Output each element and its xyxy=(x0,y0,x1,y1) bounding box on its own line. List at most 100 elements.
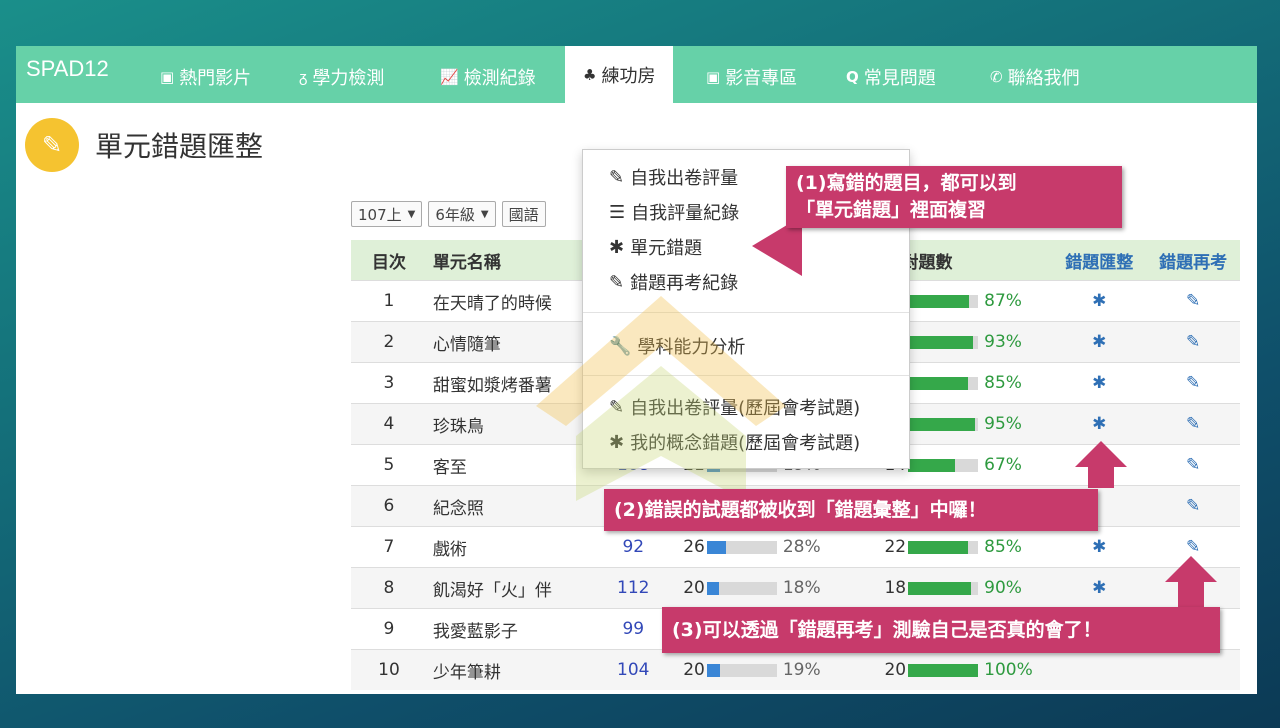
menu-label: 自我出卷評量 xyxy=(630,168,739,189)
correct-rate-fill xyxy=(908,540,968,554)
correct-count: 20 xyxy=(884,660,907,680)
question-count[interactable]: 112 xyxy=(589,567,678,609)
callout-arrow-2-stem xyxy=(1088,466,1114,488)
col-retest: 錯題再考 xyxy=(1146,240,1240,281)
wrong-rate-fill xyxy=(706,581,720,595)
review-cell xyxy=(1052,649,1147,690)
grade-value: 6年級 xyxy=(435,205,475,224)
bug-icon[interactable]: ✱ xyxy=(1092,537,1106,557)
nav-label: 影音專區 xyxy=(725,68,798,89)
row-no: 8 xyxy=(351,567,427,609)
question-count[interactable]: 92 xyxy=(589,526,678,568)
bug-icon[interactable]: ✱ xyxy=(1092,414,1106,434)
correct-rate-text: 85% xyxy=(984,373,1022,393)
edit-icon[interactable]: ✎ xyxy=(1186,332,1200,352)
menu-item-self-test[interactable]: ✎ 自我出卷評量 xyxy=(609,164,738,190)
grade-select[interactable]: 6年級 ▼ xyxy=(428,201,496,227)
callout-1: (1)寫錯的題目，都可以到 「單元錯題」裡面複習 xyxy=(786,166,1122,228)
question-count[interactable]: 104 xyxy=(589,649,678,690)
menu-item-self-test-records[interactable]: ☰ 自我評量紀錄 xyxy=(609,199,739,225)
wrong-rate-cell: 26 28% xyxy=(677,526,879,568)
review-cell: ✱ xyxy=(1052,321,1147,363)
table-row: 8 飢渴好「火」伴 112 20 18% 18 90% ✱ xyxy=(351,567,1240,609)
correct-cell: 20 100% xyxy=(878,649,1053,690)
correct-rate-bar xyxy=(908,458,979,472)
retest-cell: ✎ xyxy=(1146,362,1240,404)
row-no: 6 xyxy=(351,485,427,527)
bug-icon[interactable]: ✱ xyxy=(1092,332,1106,352)
correct-rate-bar xyxy=(908,540,979,554)
row-no: 3 xyxy=(351,362,427,404)
correct-rate-bar xyxy=(908,581,979,595)
unit-name: 少年筆耕 xyxy=(426,649,590,690)
play-icon: ▣ xyxy=(160,68,175,86)
caret-down-icon: ▼ xyxy=(480,208,489,220)
caret-down-icon: ▼ xyxy=(407,208,416,220)
edit-icon: ✎ xyxy=(609,166,625,188)
nav-label: 常見問題 xyxy=(863,68,936,89)
row-no: 9 xyxy=(351,608,427,650)
edit-icon[interactable]: ✎ xyxy=(1186,414,1200,434)
review-cell: ✱ xyxy=(1052,526,1147,568)
nav-item-faq[interactable]: Q 常見問題 xyxy=(846,46,936,98)
retest-cell: ✎ xyxy=(1146,485,1240,527)
edit-icon[interactable]: ✎ xyxy=(1186,455,1200,475)
wrong-count: 20 xyxy=(683,660,705,680)
app-window: SPAD12 ▣ 熱門影片 ᵹ 學力檢測 📈 檢測紀錄 ♣ 練功房 ▣ 影音專區… xyxy=(16,46,1257,694)
correct-rate-text: 93% xyxy=(984,332,1022,352)
bug-icon[interactable]: ✱ xyxy=(1092,578,1106,598)
nav-label: 聯絡我們 xyxy=(1007,68,1080,89)
bug-icon[interactable]: ✱ xyxy=(1092,291,1106,311)
row-no: 7 xyxy=(351,526,427,568)
nav-item-practice-room[interactable]: ♣ 練功房 xyxy=(565,46,674,103)
correct-rate-bar xyxy=(908,376,979,390)
stethoscope-icon: ᵹ xyxy=(299,68,308,86)
list-icon: ☰ xyxy=(609,201,626,223)
wrong-count: 20 xyxy=(683,578,705,598)
row-no: 4 xyxy=(351,403,427,445)
brand-logo[interactable]: SPAD12 xyxy=(26,56,109,82)
correct-rate-text: 67% xyxy=(984,455,1022,475)
bug-icon[interactable]: ✱ xyxy=(1092,373,1106,393)
nav-item-test-records[interactable]: 📈 檢測紀錄 xyxy=(440,46,536,98)
correct-rate-text: 100% xyxy=(984,660,1033,680)
nav-item-contact[interactable]: ✆ 聯絡我們 xyxy=(990,46,1080,98)
review-cell: ✱ xyxy=(1052,362,1147,404)
callout-arrow-3 xyxy=(1165,556,1217,582)
correct-rate-bar xyxy=(908,663,979,677)
edit-icon[interactable]: ✎ xyxy=(1186,291,1200,311)
page-title: 單元錯題匯整 xyxy=(95,130,264,163)
wrong-rate-bar xyxy=(706,581,777,595)
retest-cell: ✎ xyxy=(1146,280,1240,322)
nav-item-ability-test[interactable]: ᵹ 學力檢測 xyxy=(299,46,384,98)
review-cell: ✱ xyxy=(1052,567,1147,609)
row-no: 10 xyxy=(351,649,427,690)
subject-select[interactable]: 國語 xyxy=(501,201,546,227)
nav-label: 學力檢測 xyxy=(312,68,385,89)
semester-select[interactable]: 107上 ▼ xyxy=(351,201,423,227)
col-no: 目次 xyxy=(351,240,427,281)
edit-icon[interactable]: ✎ xyxy=(1186,496,1200,516)
table-row: 7 戲術 92 26 28% 22 85% ✱ ✎ xyxy=(351,526,1240,568)
menu-label: 自我評量紀錄 xyxy=(631,203,740,224)
correct-rate-text: 95% xyxy=(984,414,1022,434)
wrong-rate-text: 19% xyxy=(782,660,821,680)
correct-rate-text: 90% xyxy=(984,578,1022,598)
callout-1-line-2: 「單元錯題」裡面複習 xyxy=(796,199,987,221)
nav-item-media-zone[interactable]: ▣ 影音專區 xyxy=(706,46,797,98)
retest-cell: ✎ xyxy=(1146,403,1240,445)
correct-rate-fill xyxy=(908,417,975,431)
nav-item-hot-videos[interactable]: ▣ 熱門影片 xyxy=(160,46,251,98)
menu-item-unit-mistakes[interactable]: ✱ 單元錯題 xyxy=(609,234,702,260)
col-review: 錯題匯整 xyxy=(1052,240,1147,281)
edit-icon[interactable]: ✎ xyxy=(1186,537,1200,557)
correct-rate-text: 87% xyxy=(984,291,1022,311)
menu-label: 單元錯題 xyxy=(630,238,703,259)
edit-icon[interactable]: ✎ xyxy=(1186,373,1200,393)
bug-icon: ✱ xyxy=(609,236,625,258)
play-icon: ▣ xyxy=(706,68,721,86)
col-name: 單元名稱 xyxy=(426,240,590,281)
filter-bar: 107上 ▼ 6年級 ▼ 國語 xyxy=(351,201,546,227)
correct-count: 22 xyxy=(884,537,907,557)
correct-cell: 22 85% xyxy=(878,526,1053,568)
